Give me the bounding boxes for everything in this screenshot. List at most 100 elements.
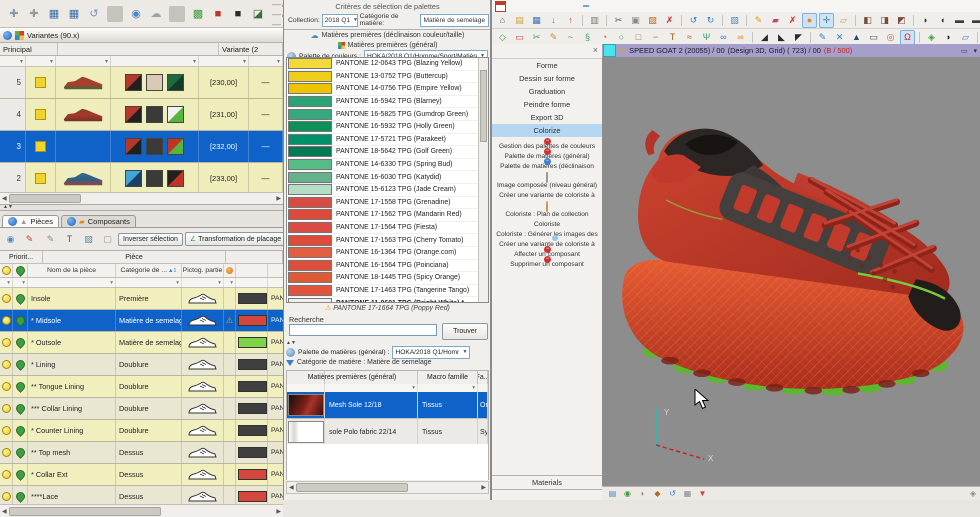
sep[interactable] xyxy=(752,31,753,43)
palette-square-icon[interactable]: ▩ xyxy=(189,5,207,23)
filter-dropdown[interactable]: ▾ xyxy=(111,56,199,66)
nav-peindre-forme[interactable]: Peindre forme xyxy=(492,98,602,111)
cut-icon[interactable]: ✂ xyxy=(611,13,626,28)
box-icon[interactable]: ▢ xyxy=(100,232,115,247)
col-matieres-premieres[interactable]: Matières premières (général) xyxy=(287,371,418,384)
pantone-vscrollbar[interactable] xyxy=(478,58,488,302)
measure-icon[interactable]: ▱ xyxy=(836,13,851,28)
trouver-button[interactable]: Trouver xyxy=(442,323,488,340)
piece-color-swatch[interactable] xyxy=(238,359,267,370)
clover-icon[interactable] xyxy=(13,358,27,371)
delete-red-icon[interactable]: ✗ xyxy=(785,13,800,28)
open-folder-icon[interactable]: ▤ xyxy=(512,13,527,28)
undo-icon[interactable]: ↺ xyxy=(686,13,701,28)
export-icon[interactable]: ↑ xyxy=(563,13,578,28)
recherche-input[interactable] xyxy=(289,324,437,336)
col-priorite[interactable]: Priorit... xyxy=(0,251,43,263)
col-variante[interactable]: Variante (2 xyxy=(219,43,283,55)
tool-supprimer-composant[interactable]: Supprimer un composant xyxy=(492,261,602,268)
palette-matieres-select[interactable]: HOKA/2018 Q1/Homme/Sport/Mat...▼ xyxy=(392,345,471,359)
col-principal[interactable]: Principal xyxy=(0,43,58,55)
pantone-item[interactable]: PANTONE 17-1558 TPG (Grenadine) xyxy=(287,196,479,210)
pantone-item[interactable]: PANTONE 17-1563 TPG (Cherry Tomato) xyxy=(287,234,479,247)
variant-swatch-1[interactable] xyxy=(125,74,142,91)
variant-swatch-2[interactable] xyxy=(146,74,163,91)
knife-icon[interactable]: ✎ xyxy=(751,13,766,28)
scroll-right-icon[interactable]: ▶ xyxy=(276,508,281,515)
pantone-item[interactable]: PANTONE 16-6030 TPG (Katydid) xyxy=(287,171,479,184)
bulb-icon[interactable] xyxy=(1,404,11,413)
* Collar Ext[interactable]: * Collar Ext Dessus ⚠ PANTONE xyxy=(0,464,283,486)
scroll-left-icon[interactable]: ◀ xyxy=(2,508,7,515)
collection-select[interactable]: 2018 Q1 ▼ xyxy=(321,13,358,27)
clover-icon[interactable] xyxy=(13,336,27,349)
variant-swatch-3[interactable] xyxy=(167,170,184,187)
sole-view-4-icon[interactable]: ▬ xyxy=(969,13,980,28)
rectangle-icon[interactable]: □ xyxy=(631,30,646,45)
materials-section[interactable]: Materials xyxy=(492,475,602,490)
clover-icon[interactable] xyxy=(13,264,27,277)
nav-dessin-sur-forme[interactable]: Dessin sur forme xyxy=(492,72,602,85)
eraser-icon[interactable]: ▰ xyxy=(768,13,783,28)
paste-icon[interactable]: ▨ xyxy=(645,13,660,28)
col-nom-piece[interactable]: Nom de la pièce xyxy=(28,264,116,277)
nav-export-3d[interactable]: Export 3D xyxy=(492,111,602,124)
piece-color-swatch[interactable] xyxy=(238,381,267,392)
bulb-icon[interactable] xyxy=(1,448,11,457)
clover-icon[interactable] xyxy=(13,314,27,327)
variant-row[interactable]: 5 [230,00] — xyxy=(0,67,283,99)
text-icon[interactable]: T xyxy=(665,30,680,45)
piece-color-swatch[interactable] xyxy=(238,315,267,326)
pantone-item[interactable]: PANTONE 15-6123 TPG (Jade Cream) xyxy=(287,184,479,197)
sep[interactable] xyxy=(810,31,811,43)
Insole[interactable]: Insole Première ⚠ PANTONE xyxy=(0,288,283,310)
filter-dropdown[interactable]: ▾ xyxy=(224,278,236,287)
undo-icon[interactable]: ↺ xyxy=(85,5,103,23)
tool-coloriste[interactable]: Coloriste xyxy=(492,221,602,228)
bulb-icon[interactable] xyxy=(1,470,11,479)
Mesh Sole 12/18[interactable]: Mesh Sole 12/18 Tissus Orga... xyxy=(287,392,488,419)
tool-coloriste-plan-collection[interactable]: Coloriste : Plan de collection xyxy=(492,201,602,218)
bulb-icon[interactable] xyxy=(1,338,11,347)
sole-part-3-icon[interactable]: ◤ xyxy=(791,30,806,45)
filter-dropdown[interactable]: ▾ xyxy=(0,278,13,287)
half-sole-icon[interactable]: ◗ xyxy=(941,30,956,45)
link-matieres-declinaison[interactable]: ☁ Matières premières (déclinaison couleu… xyxy=(284,30,491,40)
nav-colorize[interactable]: Colorize xyxy=(492,124,602,137)
pantone-item[interactable]: PANTONE 17-1463 TPG (Tangerine Tango) xyxy=(287,284,479,298)
pantone-item[interactable]: PANTONE 18-1445 TPG (Spicy Orange) xyxy=(287,272,479,285)
delete-icon[interactable]: ✗ xyxy=(662,13,677,28)
compass-icon[interactable]: ◔ xyxy=(597,30,612,45)
piece-color-swatch[interactable] xyxy=(238,403,267,414)
status-right-icon[interactable]: ◈ xyxy=(970,489,976,498)
filter-dropdown[interactable]: ▾ xyxy=(199,56,249,66)
sep[interactable] xyxy=(977,31,978,43)
home-icon[interactable]: ⌂ xyxy=(495,13,510,28)
globe-icon[interactable]: ◉ xyxy=(621,487,634,500)
col-macro-famille[interactable]: Macro famille xyxy=(418,371,478,384)
globe-icon[interactable]: ◉ xyxy=(3,232,18,247)
** Tongue Lining[interactable]: ** Tongue Lining Doublure ⚠ PANTONE xyxy=(0,376,283,398)
pantone-item[interactable]: PANTONE 16-5932 TPG (Holly Green) xyxy=(287,121,479,134)
****Lace[interactable]: ****Lace Dessus ⚠ PANTONE xyxy=(0,486,283,504)
edit-icon[interactable]: ✎ xyxy=(43,232,58,247)
variant-swatch-3[interactable] xyxy=(167,74,184,91)
tool-image-composee[interactable]: Image composée (niveau général) xyxy=(492,172,602,189)
sep[interactable] xyxy=(913,14,914,26)
text-down-icon[interactable]: T xyxy=(62,232,77,247)
line-icon[interactable]: − xyxy=(648,30,663,45)
pantone-item[interactable]: PANTONE 11-0601 TPG (Bright White) * xyxy=(287,297,479,302)
camera-front-icon[interactable]: ◧ xyxy=(860,13,875,28)
erase-blue-icon[interactable]: ✕ xyxy=(832,30,847,45)
tab-pieces[interactable]: ▲ Pièces xyxy=(2,215,59,227)
col-piece-group[interactable]: Pièce xyxy=(43,251,226,263)
* Midsole[interactable]: * Midsole Matière de semelage ⚠ PANTONE xyxy=(0,310,283,332)
clover-icon[interactable] xyxy=(13,380,27,393)
print-icon[interactable]: ▥ xyxy=(587,13,602,28)
materials-hscrollbar[interactable]: ◀ ▶ xyxy=(286,481,489,494)
bulb-icon[interactable] xyxy=(1,382,11,391)
link-orange-icon[interactable]: ∞ xyxy=(733,30,748,45)
filter-dropdown[interactable]: ▾ xyxy=(418,384,478,392)
variant-row[interactable]: 2 [233,00] — xyxy=(0,163,283,192)
nav-graduation[interactable]: Graduation xyxy=(492,85,602,98)
